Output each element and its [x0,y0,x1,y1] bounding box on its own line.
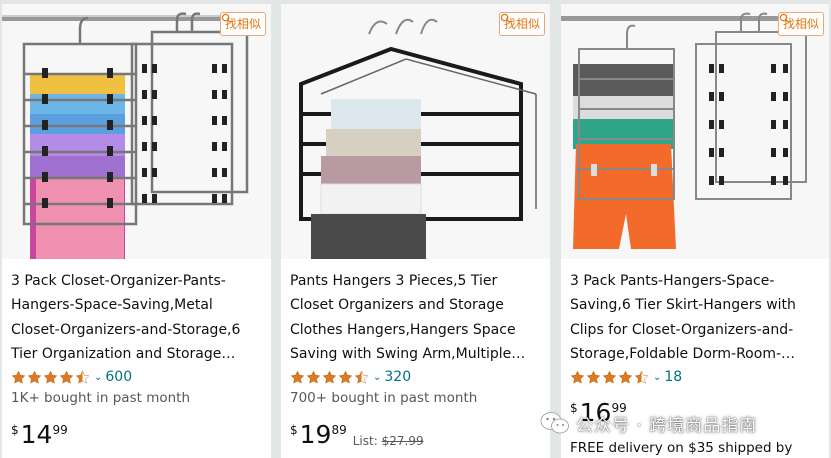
chevron-down-icon[interactable]: ⌄ [94,372,102,383]
star-rating [290,370,369,385]
rating[interactable]: ⌄ 18 [570,369,682,385]
product-title[interactable]: 3 Pack Closet-Organizer-Pants-Hangers-Sp… [11,269,263,367]
product-image[interactable]: 找相似 [281,4,550,259]
find-similar-button[interactable]: 找相似 [777,12,824,36]
search-icon [779,13,790,24]
product-title[interactable]: 3 Pack Pants-Hangers-Space-Saving,6 Tier… [570,269,822,367]
bought-in-past-month: 700+ bought in past month [290,390,478,406]
star-half-icon [75,370,90,384]
star-full-icon [338,370,353,384]
product-card[interactable]: 找相似 3 Pack Closet-Organizer-Pants-Hanger… [2,4,271,458]
star-full-icon [570,370,585,384]
star-half-icon [634,370,649,384]
star-full-icon [59,370,74,384]
star-full-icon [290,370,305,384]
skirt-hanger-image [561,12,811,249]
search-icon [500,13,511,24]
product-card[interactable]: 找相似 Pants Hangers 3 Pieces,5 Tier Closet… [281,4,550,458]
star-rating [11,370,90,385]
star-full-icon [306,370,321,384]
price: $ 19 89 List: $27.99 [290,420,424,449]
rating[interactable]: ⌄ 320 [290,369,411,385]
find-similar-button[interactable]: 找相似 [498,12,545,36]
list-price-label: List: [352,434,378,448]
price-symbol: $ [11,423,19,437]
find-similar-button[interactable]: 找相似 [219,12,266,36]
price-symbol: $ [290,423,298,437]
price-whole: 19 [299,420,332,449]
list-price: List: $27.99 [353,434,424,448]
product-grid: 找相似 3 Pack Closet-Organizer-Pants-Hanger… [0,0,831,458]
review-count[interactable]: 320 [384,369,411,385]
wechat-logo-icon [540,412,569,434]
list-price-value: $27.99 [381,434,424,448]
star-full-icon [586,370,601,384]
watermark: 公众号 · 跨境商品指南 [540,410,757,436]
star-full-icon [602,370,617,384]
product-image[interactable]: 找相似 [2,4,271,259]
star-half-icon [354,370,369,384]
price-whole: 14 [20,420,53,449]
price-fraction: 89 [331,423,347,437]
price: $ 14 99 [11,420,68,449]
closet-organizer-image [2,12,252,259]
chevron-down-icon[interactable]: ⌄ [653,372,661,383]
star-full-icon [11,370,26,384]
star-full-icon [43,370,58,384]
price-fraction: 99 [52,423,68,437]
star-rating [570,370,649,385]
product-card[interactable]: 找相似 3 Pack Pants-Hangers-Space-Saving,6 … [561,4,829,458]
product-title[interactable]: Pants Hangers 3 Pieces,5 Tier Closet Org… [290,269,542,367]
review-count[interactable]: 18 [664,369,682,385]
search-icon [221,13,232,24]
chevron-down-icon[interactable]: ⌄ [373,372,381,383]
delivery-info: FREE delivery on $35 shipped by [570,440,793,456]
star-full-icon [27,370,42,384]
bought-in-past-month: 1K+ bought in past month [11,390,191,406]
watermark-text: 公众号 · 跨境商品指南 [576,415,758,436]
review-count[interactable]: 600 [105,369,132,385]
star-full-icon [322,370,337,384]
rating[interactable]: ⌄ 600 [11,369,132,385]
pants-hanger-image [299,18,537,259]
star-full-icon [618,370,633,384]
product-image[interactable]: 找相似 [561,4,829,259]
